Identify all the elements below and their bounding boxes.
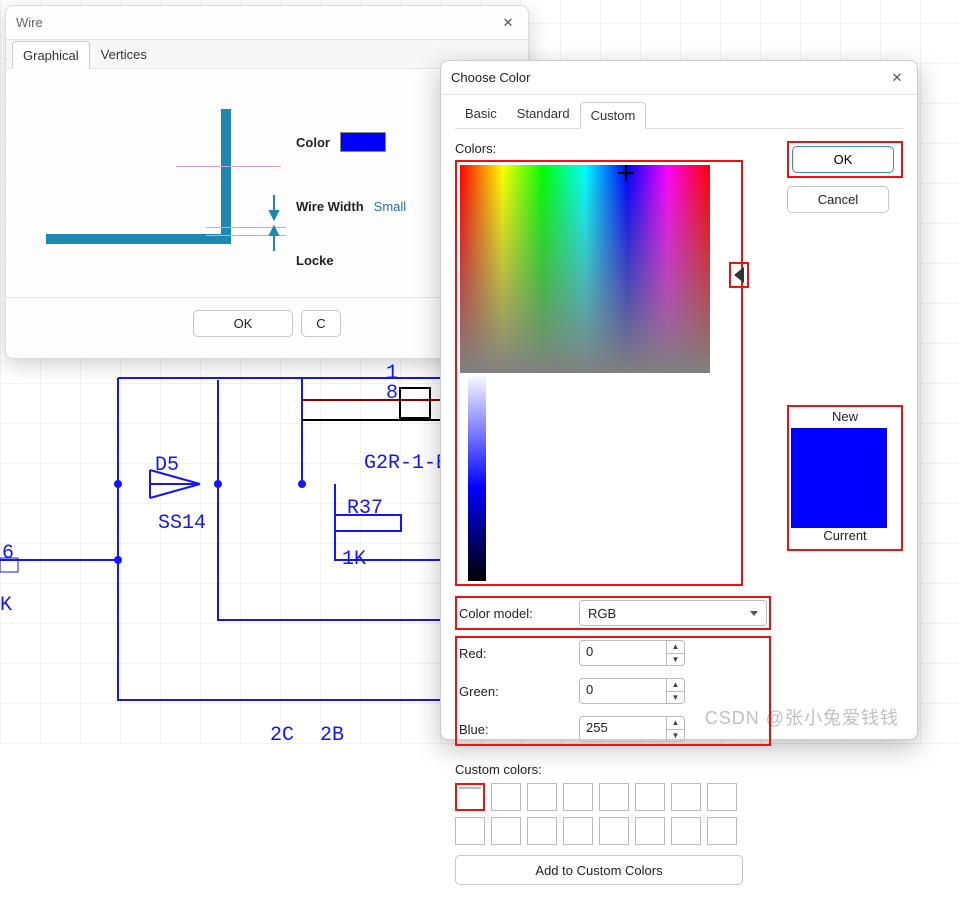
sch-k: K xyxy=(0,594,12,617)
locked-label: Locke xyxy=(296,253,334,268)
close-icon[interactable]: ✕ xyxy=(887,70,907,86)
ok-button[interactable]: OK xyxy=(792,146,894,173)
choose-color-title: Choose Color xyxy=(451,70,887,85)
tab-vertices[interactable]: Vertices xyxy=(90,40,158,68)
green-value: 0 xyxy=(580,679,666,703)
green-spinner[interactable]: ▲▼ xyxy=(666,679,684,703)
value-strip[interactable] xyxy=(468,373,486,581)
blue-value: 255 xyxy=(580,717,666,741)
custom-swatch[interactable] xyxy=(491,783,521,811)
value-pointer-icon[interactable] xyxy=(734,267,744,283)
sch-r37: R37 xyxy=(347,497,383,520)
custom-swatch[interactable] xyxy=(635,817,665,845)
blue-label: Blue: xyxy=(459,722,579,737)
wire-width-label: Wire Width xyxy=(296,199,364,214)
close-icon[interactable]: ✕ xyxy=(498,15,518,31)
sch-ss14: SS14 xyxy=(158,512,206,535)
tab-custom[interactable]: Custom xyxy=(580,102,647,129)
custom-swatch[interactable] xyxy=(707,783,737,811)
choose-color-dialog: Choose Color ✕ Basic Standard Custom Col… xyxy=(440,60,918,740)
custom-colors-label: Custom colors: xyxy=(455,762,771,777)
custom-swatch[interactable] xyxy=(459,787,481,789)
green-input[interactable]: 0 ▲▼ xyxy=(579,678,685,704)
custom-swatch[interactable] xyxy=(599,783,629,811)
blue-spinner[interactable]: ▲▼ xyxy=(666,717,684,741)
color-model-label: Color model: xyxy=(459,606,579,621)
custom-swatch[interactable] xyxy=(455,817,485,845)
color-model-select[interactable]: RGB xyxy=(579,600,767,626)
wire-titlebar: Wire ✕ xyxy=(6,6,528,40)
color-label: Color xyxy=(296,135,330,150)
blue-input[interactable]: 255 ▲▼ xyxy=(579,716,685,742)
add-to-custom-button[interactable]: Add to Custom Colors xyxy=(455,855,743,885)
custom-swatch[interactable] xyxy=(599,817,629,845)
sch-r37val: 1K xyxy=(342,548,366,571)
preview-current-swatch xyxy=(791,478,887,528)
preview-new-swatch xyxy=(791,428,887,478)
sch-g2r: G2R-1-E xyxy=(364,452,448,475)
hue-sat-field[interactable] xyxy=(460,165,710,373)
color-swatch[interactable] xyxy=(340,132,386,152)
width-arrows-icon xyxy=(262,191,286,255)
red-label: Red: xyxy=(459,646,579,661)
color-tabs: Basic Standard Custom xyxy=(455,101,903,129)
wire-cancel-button[interactable]: C xyxy=(301,310,341,337)
value-pointer-wrap xyxy=(729,262,749,288)
wire-preview xyxy=(36,99,256,262)
wire-ok-button[interactable]: OK xyxy=(193,310,293,337)
tab-standard[interactable]: Standard xyxy=(507,101,580,128)
sch-d5: D5 xyxy=(155,454,179,477)
custom-swatch[interactable] xyxy=(527,817,557,845)
custom-swatch[interactable] xyxy=(635,783,665,811)
custom-swatch[interactable] xyxy=(671,817,701,845)
red-spinner[interactable]: ▲▼ xyxy=(666,641,684,665)
choose-color-titlebar: Choose Color ✕ xyxy=(441,61,917,95)
wire-width-value[interactable]: Small xyxy=(374,199,407,214)
sch-2c: 2C xyxy=(270,724,294,744)
cancel-button[interactable]: Cancel xyxy=(787,186,889,213)
green-label: Green: xyxy=(459,684,579,699)
color-model-value: RGB xyxy=(588,606,616,621)
crosshair-icon xyxy=(620,167,632,179)
tab-basic[interactable]: Basic xyxy=(455,101,507,128)
sch-2b: 2B xyxy=(320,724,344,744)
custom-swatch[interactable] xyxy=(563,783,593,811)
custom-swatch[interactable] xyxy=(707,817,737,845)
custom-swatch[interactable] xyxy=(563,817,593,845)
custom-swatch-grid xyxy=(455,783,771,845)
custom-swatch[interactable] xyxy=(527,783,557,811)
tab-graphical[interactable]: Graphical xyxy=(12,41,90,69)
custom-swatch[interactable] xyxy=(671,783,701,811)
color-guide-line xyxy=(176,166,281,167)
watermark: CSDN @张小兔爱钱钱 xyxy=(705,704,899,730)
chevron-down-icon xyxy=(750,611,758,616)
sch-pin8: 8 xyxy=(386,382,398,405)
preview-current-label: Current xyxy=(791,528,899,543)
red-input[interactable]: 0 ▲▼ xyxy=(579,640,685,666)
color-field-wrap xyxy=(455,160,743,586)
colors-label: Colors: xyxy=(455,141,771,156)
red-value: 0 xyxy=(580,641,666,665)
sch-6: 6 xyxy=(2,542,14,565)
custom-swatch[interactable] xyxy=(491,817,521,845)
wire-title: Wire xyxy=(16,15,498,30)
preview-new-label: New xyxy=(791,409,899,424)
